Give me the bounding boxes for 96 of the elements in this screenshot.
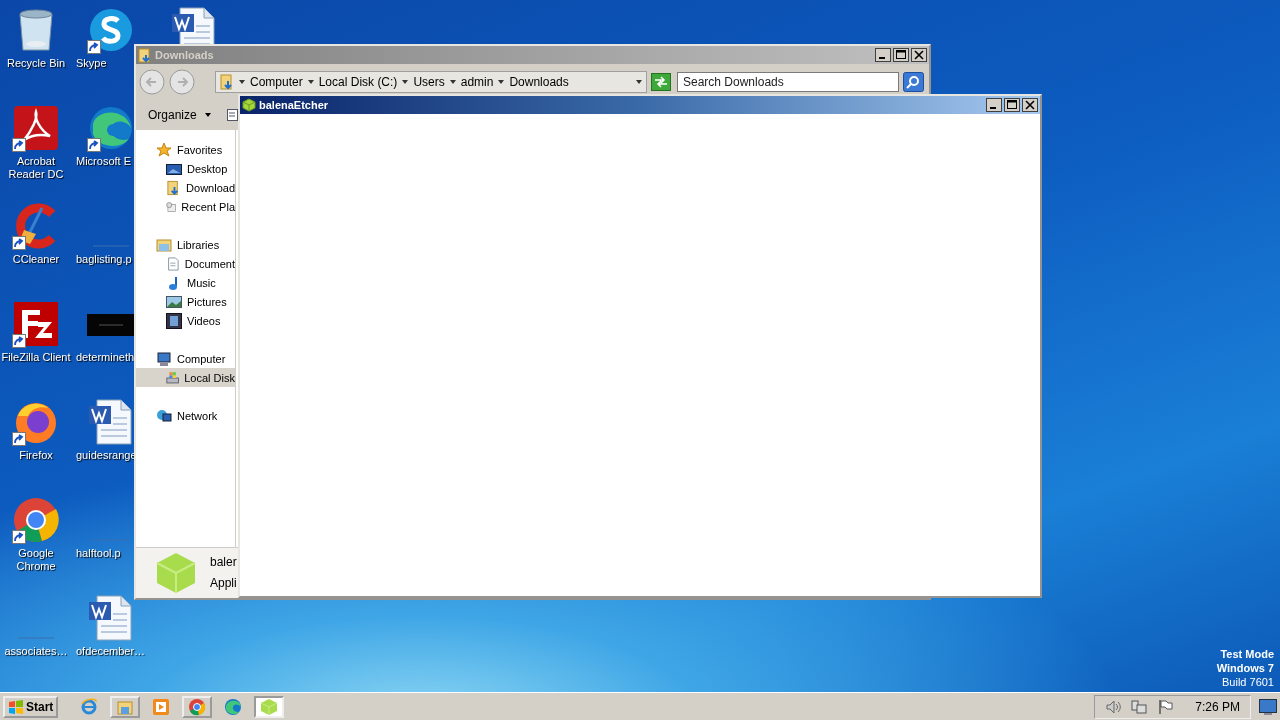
address-bar[interactable]: Computer Local Disk (C:) Users admin Downloads xyxy=(215,71,647,93)
nav-item[interactable]: Videos xyxy=(136,311,235,330)
breadcrumb-item[interactable]: Downloads xyxy=(509,75,569,89)
maximize-button[interactable] xyxy=(893,48,909,62)
nav-item[interactable]: Libraries xyxy=(136,235,235,254)
minimize-button[interactable] xyxy=(875,48,891,62)
media-player-icon xyxy=(152,697,171,716)
desktop-icon-label[interactable]: Recycle Bin xyxy=(6,57,66,70)
file-name: baler xyxy=(210,554,237,571)
breadcrumb-item[interactable]: Local Disk (C:) xyxy=(318,75,398,89)
search-button[interactable] xyxy=(903,72,924,92)
window-title: Downloads xyxy=(155,49,214,61)
nav-item[interactable]: Recent Pla xyxy=(136,197,235,216)
word-document-icon[interactable] xyxy=(170,6,218,44)
folder-icon xyxy=(138,47,152,63)
desktop-icon-label[interactable]: guidesrange xyxy=(76,449,137,462)
minimize-button[interactable] xyxy=(986,98,1002,112)
word-document-icon[interactable] xyxy=(87,594,135,642)
window-title: balenaEtcher xyxy=(259,99,329,111)
flag-icon[interactable] xyxy=(1157,698,1174,715)
system-info-text: Windows 7 xyxy=(1216,661,1274,675)
speaker-icon[interactable] xyxy=(1105,698,1122,715)
shortcut-arrow-icon xyxy=(12,530,26,544)
show-desktop-button[interactable] xyxy=(1259,698,1277,715)
desktop-icon-label[interactable]: determineth xyxy=(76,351,135,364)
cube-icon xyxy=(260,697,279,716)
skype-icon[interactable] xyxy=(87,6,135,54)
desktop-icon-label[interactable]: Google Chrome xyxy=(1,547,71,573)
network-icon[interactable] xyxy=(1131,698,1148,715)
document-icon xyxy=(166,255,180,272)
nav-item[interactable]: Local Disk xyxy=(136,368,235,387)
desktop-icon-label[interactable]: baglisting.p xyxy=(76,253,132,266)
close-button[interactable] xyxy=(911,48,927,62)
desktop-icon-label[interactable]: halftool.p xyxy=(76,547,121,560)
chevron-icon[interactable] xyxy=(449,80,456,84)
shortcut-arrow-icon xyxy=(87,40,101,54)
chrome-icon[interactable] xyxy=(12,496,60,544)
folder-icon xyxy=(220,73,234,91)
computer-icon xyxy=(156,350,172,367)
clock[interactable]: 7:26 PM xyxy=(1195,699,1240,714)
close-button[interactable] xyxy=(1022,98,1038,112)
chevron-icon[interactable] xyxy=(239,80,245,84)
shortcut-arrow-icon xyxy=(12,334,26,348)
shortcut-arrow-icon xyxy=(87,138,101,152)
shortcut-arrow-icon xyxy=(12,432,26,446)
chevron-icon[interactable] xyxy=(498,80,505,84)
desktop-icon-label[interactable]: CCleaner xyxy=(12,253,60,266)
nav-item[interactable]: Download xyxy=(136,178,235,197)
system-info-text: Build 7601 xyxy=(1222,675,1274,689)
nav-item[interactable]: Pictures xyxy=(136,292,235,311)
search-field[interactable]: Search Downloads xyxy=(677,72,899,92)
caret-icon xyxy=(204,113,211,117)
desktop-icon-label[interactable]: FileZilla Client xyxy=(1,351,71,364)
taskbar-button[interactable] xyxy=(254,695,285,718)
nav-item[interactable]: Favorites xyxy=(136,140,235,159)
chevron-icon[interactable] xyxy=(307,80,314,84)
taskbar-button[interactable] xyxy=(182,695,213,718)
start-button[interactable]: Start xyxy=(3,695,59,718)
etcher-app-icon xyxy=(242,98,256,112)
dropdown-icon[interactable] xyxy=(636,80,642,84)
shortcut-arrow-icon xyxy=(12,138,26,152)
edge-icon xyxy=(224,697,243,716)
desktop-icon-label[interactable]: Skype xyxy=(76,57,107,70)
view-icon[interactable] xyxy=(226,108,238,122)
nav-item[interactable]: Music xyxy=(136,273,235,292)
organize-button[interactable]: Organize xyxy=(140,105,219,125)
film-icon xyxy=(166,312,182,329)
filezilla-icon[interactable] xyxy=(12,300,60,348)
maximize-button[interactable] xyxy=(1004,98,1020,112)
desktop-icon-label[interactable]: Microsoft E xyxy=(76,155,131,168)
shortcut-arrow-icon xyxy=(12,236,26,250)
nav-item[interactable]: Document xyxy=(136,254,235,273)
edge-icon[interactable] xyxy=(87,104,135,152)
breadcrumb-item[interactable]: Computer xyxy=(250,75,303,89)
chrome-icon xyxy=(188,697,207,716)
chevron-icon[interactable] xyxy=(402,80,409,84)
breadcrumb-item[interactable]: admin xyxy=(460,75,494,89)
library-icon xyxy=(156,236,172,253)
refresh-button[interactable] xyxy=(651,73,671,91)
cube-icon xyxy=(156,552,196,594)
system-info-text: Test Mode xyxy=(1220,647,1274,661)
desktop-icon-label[interactable]: Firefox xyxy=(19,449,53,462)
word-document-icon[interactable] xyxy=(87,398,135,446)
network-icon xyxy=(156,407,172,424)
picture-icon xyxy=(166,293,182,310)
windows-logo-icon xyxy=(8,699,24,714)
nav-item[interactable]: Network xyxy=(136,406,235,425)
breadcrumb-item[interactable]: Users xyxy=(413,75,445,89)
drive-icon xyxy=(166,369,180,386)
star-icon xyxy=(156,141,172,158)
desktop-icon-label[interactable]: Acrobat Reader DC xyxy=(1,155,71,181)
pdf-reader-icon[interactable] xyxy=(12,104,60,152)
internet-explorer-icon xyxy=(80,697,99,716)
nav-item[interactable]: Desktop xyxy=(136,159,235,178)
file-type: Appli xyxy=(210,575,237,592)
nav-item[interactable]: Computer xyxy=(136,349,235,368)
